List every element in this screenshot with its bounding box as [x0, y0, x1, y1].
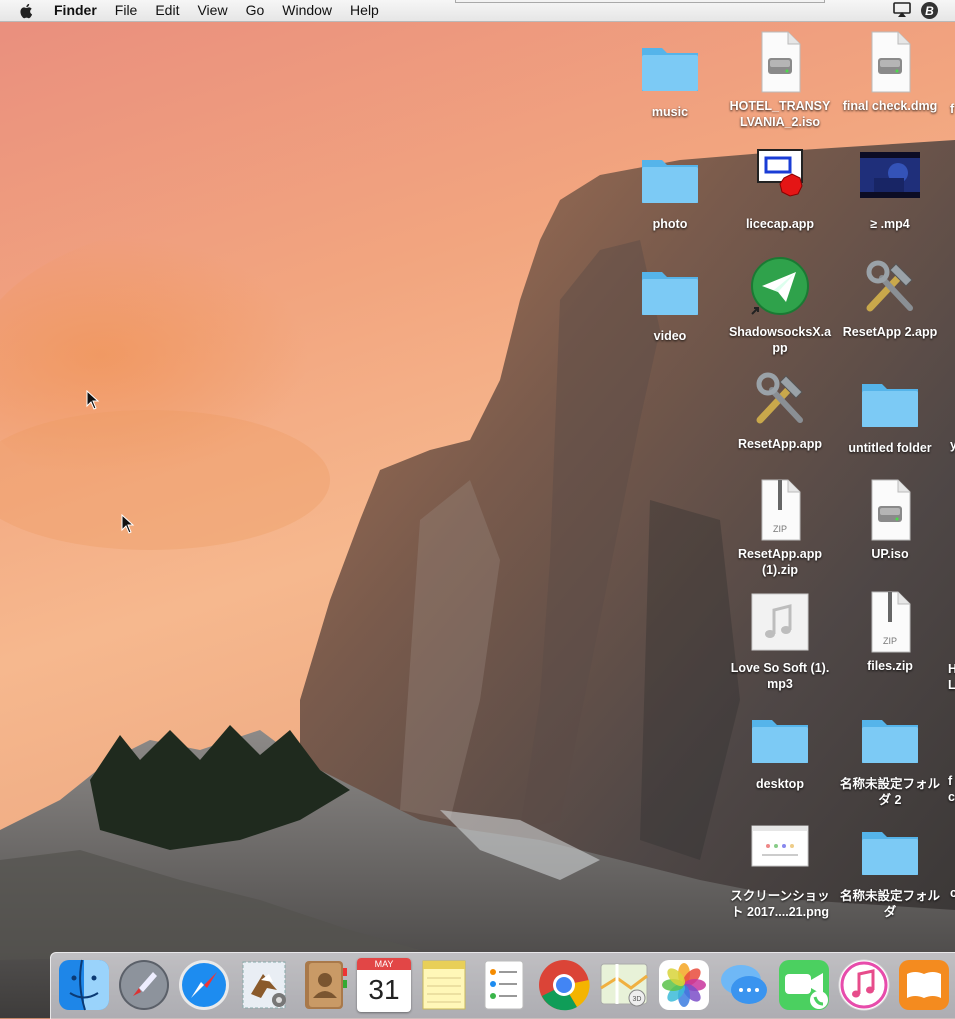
mouse-cursor-icon — [86, 390, 100, 410]
desktop-icon-untitled-folder-jp-2[interactable]: 名称未設定フォルダ 2 — [835, 708, 945, 808]
menu-go[interactable]: Go — [237, 0, 274, 21]
icon-label: ResetApp.app — [737, 437, 823, 451]
desktop-icon-mp4[interactable]: ≥ .mp4 — [835, 148, 945, 232]
icon-label: files.zip — [867, 659, 913, 673]
offscreen-label-fragment: f — [948, 774, 953, 788]
contacts-icon[interactable] — [297, 958, 351, 1012]
svg-text:B: B — [925, 4, 934, 18]
airplay-icon[interactable] — [892, 1, 912, 19]
itunes-icon[interactable] — [837, 958, 891, 1012]
menu-edit[interactable]: Edit — [146, 0, 188, 21]
desktop-icon-resetapp-2[interactable]: ResetApp 2.app — [835, 256, 945, 340]
paper-plane-icon — [748, 256, 812, 320]
spotlight-panel-edge — [455, 0, 825, 3]
notes-icon[interactable] — [417, 958, 471, 1012]
icon-label: ≥ .mp4 — [870, 217, 910, 231]
tools-icon — [748, 368, 812, 432]
disk-image-icon — [858, 478, 922, 542]
desktop-icon-hotel-transylvania-iso[interactable]: HOTEL_TRANSYLVANIA_2.iso — [725, 30, 835, 130]
image-thumbnail-icon — [748, 820, 812, 884]
offscreen-label-fragment: y — [950, 438, 955, 452]
offscreen-label-fragment: c — [950, 886, 955, 900]
menu-file[interactable]: File — [106, 0, 147, 21]
desktop-icon-photo[interactable]: photo — [615, 148, 725, 232]
icon-label: 名称未設定フォルダ 2 — [839, 777, 940, 807]
icon-label: final check.dmg — [842, 99, 938, 113]
licecap-icon — [748, 148, 812, 212]
launchpad-icon[interactable] — [117, 958, 171, 1012]
svg-text:ZIP: ZIP — [883, 636, 897, 646]
b-circle-icon[interactable]: B — [920, 1, 939, 20]
offscreen-label-fragment: c — [948, 790, 955, 804]
photos-icon[interactable] — [657, 958, 711, 1012]
icon-label: スクリーンショット 2017....21.png — [730, 889, 830, 919]
folder-icon — [858, 372, 922, 436]
facetime-icon[interactable] — [777, 958, 831, 1012]
desktop-icon-shadowsocksx[interactable]: ShadowsocksX.app — [725, 256, 835, 356]
icon-label: HOTEL_TRANSYLVANIA_2.iso — [729, 99, 831, 129]
folder-icon — [858, 820, 922, 884]
desktop-icon-music[interactable]: music — [615, 36, 725, 120]
icon-label: ResetApp.app (1).zip — [737, 547, 823, 577]
folder-icon — [638, 260, 702, 324]
zip-file-icon: ZIP — [858, 590, 922, 654]
music-file-icon — [748, 592, 812, 656]
folder-icon — [638, 148, 702, 212]
menu-help[interactable]: Help — [341, 0, 388, 21]
desktop-icon-files-zip[interactable]: ZIP files.zip — [835, 590, 945, 674]
menu-bar: Finder File Edit View Go Window Help B — [0, 0, 955, 22]
desktop-icon-screenshot-png[interactable]: スクリーンショット 2017....21.png — [725, 820, 835, 920]
folder-icon — [638, 36, 702, 100]
icon-label: desktop — [756, 777, 804, 791]
reminders-icon[interactable] — [477, 958, 531, 1012]
desktop-icon-video[interactable]: video — [615, 260, 725, 344]
menu-finder[interactable]: Finder — [50, 0, 106, 21]
icon-label: ResetApp 2.app — [842, 325, 938, 339]
svg-text:ZIP: ZIP — [773, 524, 787, 534]
svg-text:3D: 3D — [633, 996, 642, 1003]
calendar-month: MAY — [357, 958, 411, 970]
apple-menu-icon[interactable] — [18, 2, 36, 20]
chrome-icon[interactable] — [537, 958, 591, 1012]
ibooks-icon[interactable] — [897, 958, 951, 1012]
icon-label: licecap.app — [745, 217, 815, 231]
disk-image-icon — [748, 30, 812, 94]
desktop-icon-resetapp[interactable]: ResetApp.app — [725, 368, 835, 452]
folder-icon — [748, 708, 812, 772]
mail-icon[interactable] — [237, 958, 291, 1012]
icon-label: video — [653, 329, 687, 343]
desktop-icon-love-so-soft-mp3[interactable]: Love So Soft (1).mp3 — [725, 592, 835, 692]
menu-window[interactable]: Window — [273, 0, 341, 21]
tools-icon — [858, 256, 922, 320]
messages-icon[interactable] — [717, 958, 771, 1012]
offscreen-label-fragment: H — [948, 662, 955, 676]
icon-label: untitled folder — [848, 441, 932, 455]
icon-label: Love So Soft (1).mp3 — [730, 661, 830, 691]
calendar-day: 31 — [368, 974, 400, 1005]
desktop-icon-final-check-dmg[interactable]: final check.dmg — [835, 30, 945, 114]
folder-icon — [858, 708, 922, 772]
desktop-icon-untitled-folder[interactable]: untitled folder — [835, 372, 945, 456]
desktop-icon-untitled-folder-jp[interactable]: 名称未設定フォルダ — [835, 820, 945, 920]
disk-image-icon — [858, 30, 922, 94]
offscreen-label-fragment: L — [948, 678, 955, 692]
zip-file-icon: ZIP — [748, 478, 812, 542]
icon-label: photo — [652, 217, 688, 231]
menu-view[interactable]: View — [188, 0, 236, 21]
icon-label: music — [651, 105, 689, 119]
icon-label: UP.iso — [871, 547, 909, 561]
video-thumbnail-icon — [858, 148, 922, 212]
desktop-icon-licecap[interactable]: licecap.app — [725, 148, 835, 232]
offscreen-label-fragment: f — [950, 102, 955, 116]
maps-icon[interactable]: 3D — [597, 958, 651, 1012]
mouse-cursor-icon — [121, 514, 135, 534]
icon-label: ShadowsocksX.app — [728, 325, 832, 355]
desktop-icon-up-iso[interactable]: UP.iso — [835, 478, 945, 562]
finder-icon[interactable] — [57, 958, 111, 1012]
desktop-icon-desktop-folder[interactable]: desktop — [725, 708, 835, 792]
safari-icon[interactable] — [177, 958, 231, 1012]
icon-label: 名称未設定フォルダ — [839, 889, 940, 919]
calendar-icon[interactable]: MAY 31 — [357, 958, 411, 1012]
desktop-icon-resetapp-zip[interactable]: ZIP ResetApp.app (1).zip — [725, 478, 835, 578]
